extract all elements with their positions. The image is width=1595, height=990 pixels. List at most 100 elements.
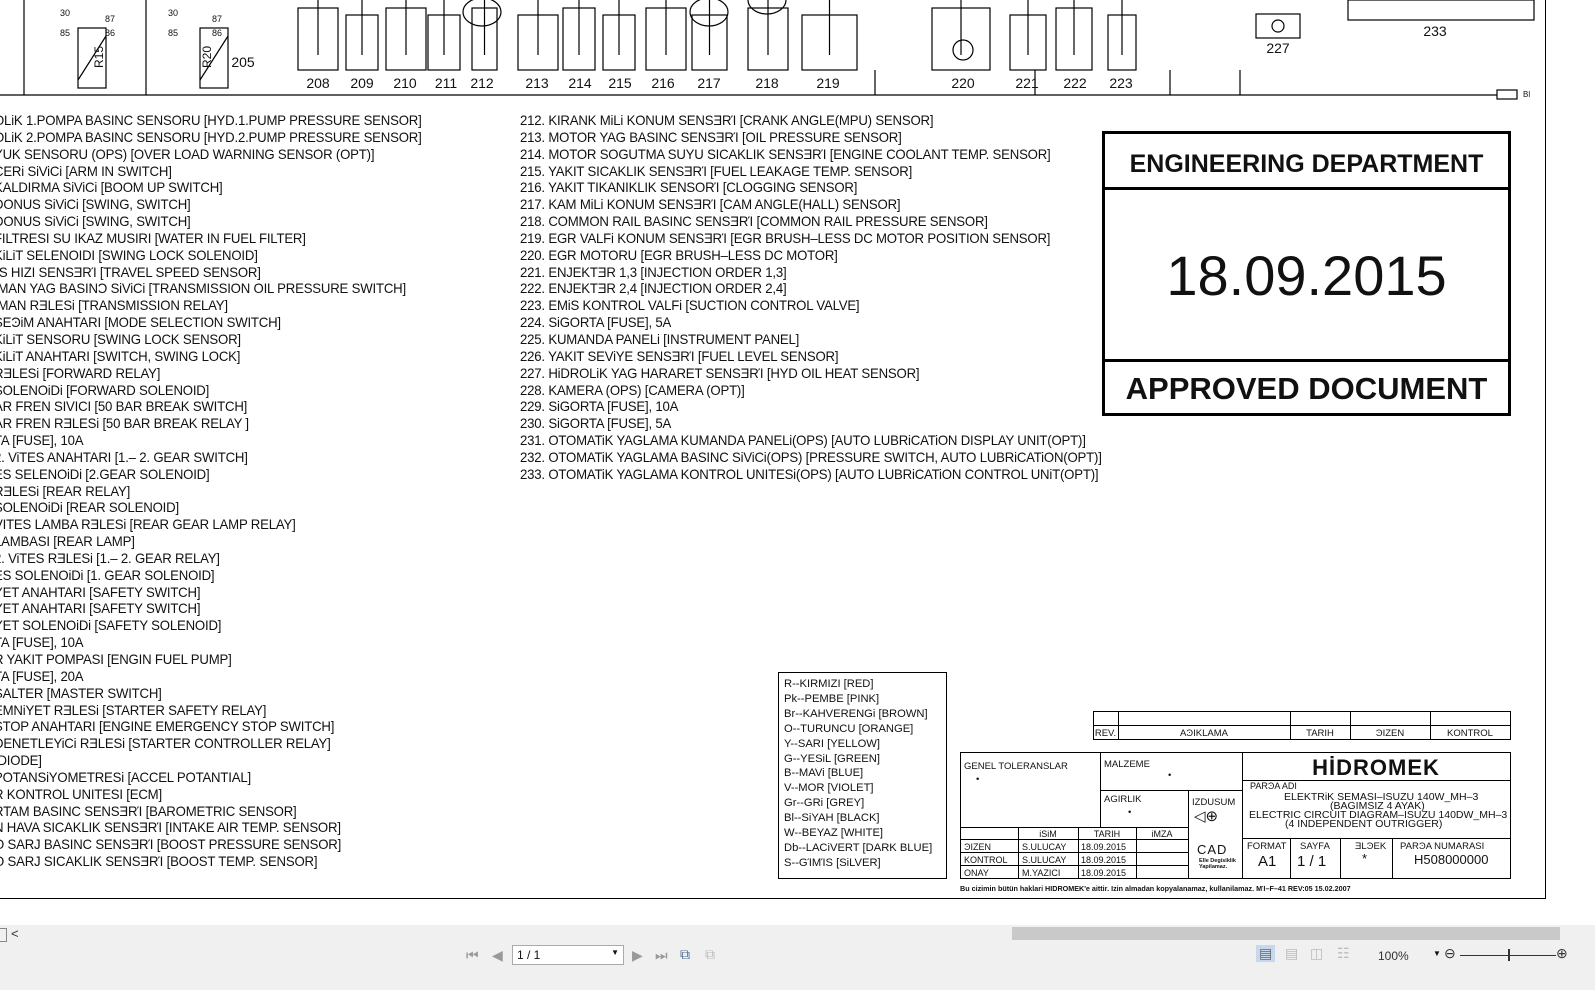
color-legend-item: Y--SARI [YELLOW] — [784, 737, 880, 750]
list-item: TA [FUSE], 10A — [0, 433, 84, 449]
list-item: 220. EGR MOTORU [EGR BRUSH–LESS DC MOTOR… — [520, 247, 838, 263]
color-legend-item: Gr--GRi [GREY] — [784, 797, 865, 810]
stamp-date: 18.09.2015 — [1105, 190, 1508, 362]
list-item: KiLiT ANAHTARI [SWITCH, SWING LOCK] — [0, 348, 241, 364]
list-item: SALTER [MASTER SWITCH] — [0, 685, 162, 701]
table-line — [1093, 739, 1511, 740]
page-number-input[interactable]: 1 / 1 ▼ — [512, 945, 624, 965]
table-cell: A1 — [1258, 853, 1277, 870]
component-number: 218 — [755, 75, 779, 91]
prev-page-icon[interactable]: ◀ — [492, 947, 503, 964]
table-cell: Elle Degisiklik Yapilamaz. — [1199, 858, 1236, 870]
page-number-value: 1 / 1 — [517, 948, 541, 962]
table-line — [960, 752, 961, 878]
pdf-viewer-toolbar: < ⏮ ◀ 1 / 1 ▼ ▶ ⏭ ⧉ ⧉ ▤ ▤ ◫ ☷ 100% ▼ ⊖ ⊕ — [0, 925, 1595, 990]
color-legend-item: B--MAVi [BLUE] — [784, 767, 864, 780]
brand-logo: HİDROMEK — [1312, 755, 1440, 780]
table-line — [1290, 838, 1291, 878]
next-page-icon[interactable]: ▶ — [632, 947, 643, 964]
list-item: 212. KIRANK MiLi KONUM SENSƎRΊ [CRANK AN… — [520, 113, 934, 128]
list-item: 233. OTOMATiK YAGLAMA KONTROL UNITESi(OP… — [520, 466, 1099, 482]
list-item: 226. YAKIT SEViYE SENSƎRΊ [FUEL LEVEL SE… — [520, 348, 839, 364]
list-item: 214. MOTOR SOGUTMA SUYU SICAKLIK SENSƎRΊ… — [520, 146, 1051, 162]
list-item: R KONTROL UNITESI [ECM] — [0, 786, 162, 802]
component-number: 233 — [1423, 23, 1447, 39]
mid-component-list: 212. KIRANK MiLi KONUM SENSƎRΊ [CRANK AN… — [520, 113, 1102, 484]
list-item: AR FREN RƎLESi [50 BAR BREAK RELAY ] — [0, 416, 249, 432]
two-page-continuous-icon[interactable]: ☷ — [1337, 945, 1350, 962]
page-paste-icon[interactable]: ⧉ — [705, 946, 715, 963]
list-item: VITES LAMBA RƎLESi [REAR GEAR LAMP RELAY… — [0, 517, 296, 533]
relay-pin-label: 87 — [105, 14, 116, 24]
sign-header: iSiM — [1039, 829, 1057, 839]
scroll-left-handle[interactable] — [0, 928, 7, 942]
sign-header: iMZA — [1151, 829, 1173, 839]
first-page-icon[interactable]: ⏮ — [466, 947, 479, 964]
table-cell: H508000000 — [1414, 852, 1489, 867]
list-item: ES SOLENOiDi [1. GEAR SOLENOID] — [0, 567, 215, 583]
sign-cell: 18.09.2015 — [1081, 842, 1127, 852]
component-number: 217 — [697, 75, 721, 91]
list-item: POTANSiYOMETRESi [ACCEL POTANTIAL] — [0, 769, 251, 785]
continuous-view-icon[interactable]: ▤ — [1285, 945, 1298, 962]
list-item: [DIODE] — [0, 753, 42, 769]
list-item: SEϿiM ANAHTARI [MODE SELECTION SWITCH] — [0, 315, 281, 331]
color-legend-item: Db--LACiVERT [DARK BLUE] — [784, 841, 933, 854]
table-cell: • — [976, 774, 980, 785]
list-item: ES SELENOiDi [2.GEAR SOLENOID] — [0, 466, 210, 482]
list-item: YET ANAHTARI [SAFETY SWITCH] — [0, 601, 201, 617]
relay-pin-label: 86 — [105, 28, 116, 38]
list-item: LAMBASI [REAR LAMP] — [0, 534, 135, 550]
list-item: 225. KUMANDA PANELi [INSTRUMENT PANEL] — [520, 331, 800, 347]
list-item: CERi SiViCi [ARM IN SWITCH] — [0, 163, 172, 179]
list-item: STOP ANAHTARI [ENGINE EMERGENCY STOP SWI… — [0, 719, 335, 735]
list-item: SOLENOiDi [REAR SOLENOID] — [0, 500, 179, 516]
component-number: 222 — [1063, 75, 1087, 91]
sign-cell: KONTROL — [964, 855, 1008, 865]
sign-cell: 18.09.2015 — [1081, 868, 1127, 878]
zoom-slider-handle[interactable] — [1508, 949, 1510, 961]
part-name-line: (4 INDEPENDENT OUTRIGGER) — [1285, 818, 1443, 830]
component-number: 223 — [1109, 75, 1133, 91]
sign-cell: 18.09.2015 — [1081, 855, 1127, 865]
zoom-level[interactable]: 100% — [1378, 949, 1409, 963]
table-line — [1392, 838, 1393, 878]
relay-pin-label: 87 — [212, 14, 223, 24]
sensor-227-box — [1255, 13, 1301, 39]
single-page-view-icon[interactable]: ▤ — [1256, 945, 1276, 962]
list-item: 230. SiGORTA [FUSE], 5A — [520, 416, 672, 432]
color-legend-item: W--BEYAZ [WHITE] — [784, 827, 884, 840]
list-item: 222. ENJEKTƎR 2,4 [INJECTION ORDER 2,4] — [520, 281, 787, 297]
list-item: 232. OTOMATiK YAGLAMA BASINC SiViCi(OPS)… — [520, 449, 1102, 465]
page-copy-icon[interactable]: ⧉ — [680, 946, 690, 963]
color-legend-item: R--KIRMIZI [RED] — [784, 678, 874, 690]
zoom-dropdown-icon[interactable]: ▼ — [1433, 949, 1441, 958]
color-legend: R--KIRMIZI [RED] Pk--PEMBE [PINK] Br--KAHV… — [778, 672, 947, 879]
shielded-cable-icon — [747, 0, 787, 15]
unit-233-box — [1347, 0, 1535, 21]
sensor-icon — [1271, 19, 1285, 33]
list-item: SOLENOiDi [FORWARD SOLENOID] — [0, 382, 210, 398]
table-cell: IZDUSUM — [1192, 797, 1236, 808]
color-legend-item: S--GΊMΊS [SiLVER] — [784, 856, 881, 869]
zoom-out-icon[interactable]: ⊖ — [1444, 945, 1456, 962]
component-number: 212 — [470, 75, 494, 91]
bus-terminal — [1496, 89, 1518, 100]
motor-icon — [952, 39, 974, 61]
list-item: AR FREN SIVICI [50 BAR BREAK SWITCH] — [0, 399, 248, 415]
list-item: 228. KAMERA (OPS) [CAMERA (OPT)] — [520, 382, 745, 398]
list-item: KALDIRMA SiViCi [BOOM UP SWITCH] — [0, 180, 223, 196]
scroll-left-button[interactable]: < — [11, 926, 19, 941]
list-item: 219. EGR VALFi KONUM SENSƎRΊ [EGR BRUSH–… — [520, 230, 1051, 246]
color-legend-item: G--YESiL [GREEN] — [784, 752, 880, 765]
sign-cell: ϿIZEN — [964, 842, 991, 852]
two-page-view-icon[interactable]: ◫ — [1310, 945, 1323, 962]
last-page-icon[interactable]: ⏭ — [655, 947, 668, 964]
list-item: IMAN YAG BASINϽ SiViCi [TRANSMISSION OIL… — [0, 281, 406, 297]
table-line — [960, 852, 1188, 853]
horizontal-scrollbar-thumb[interactable] — [1012, 927, 1560, 940]
border-right — [1545, 0, 1546, 898]
table-line — [1242, 838, 1510, 839]
list-item: 227. HiDROLiK YAG HARARET SENSƎRΊ [HYD O… — [520, 365, 920, 381]
zoom-in-icon[interactable]: ⊕ — [1556, 945, 1568, 962]
